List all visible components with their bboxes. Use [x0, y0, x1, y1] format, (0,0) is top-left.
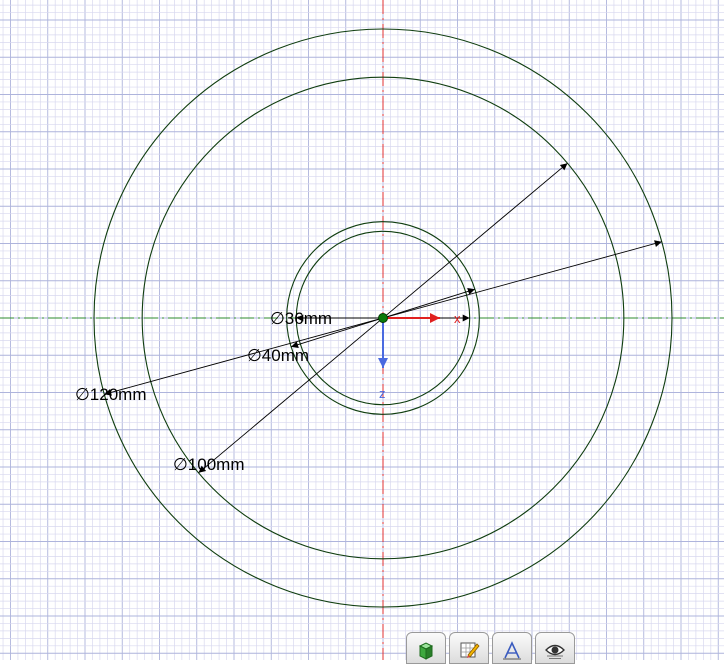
view-toolbar [406, 632, 575, 664]
solid-view-button[interactable] [406, 632, 446, 664]
x-axis-label: x [454, 311, 461, 326]
dimension-label-d36[interactable]: ∅36mm [270, 309, 332, 328]
eye-icon [545, 644, 565, 659]
visibility-button[interactable] [535, 632, 575, 664]
dimension-label-d40[interactable]: ∅40mm [247, 346, 309, 365]
origin-point[interactable] [378, 313, 388, 323]
pencil-grid-icon [460, 642, 480, 658]
sketch-edit-button[interactable] [449, 632, 489, 664]
green-box-icon [418, 642, 434, 660]
dimension-icon [503, 641, 521, 660]
dimension-label-d120[interactable]: ∅120mm [75, 385, 147, 404]
dimension-button[interactable] [492, 632, 532, 664]
dimension-label-d100[interactable]: ∅100mm [173, 455, 245, 474]
z-axis-label: z [379, 386, 386, 401]
sketch-svg[interactable]: ∅120mm ∅100mm ∅40mm ∅36mm x z [0, 0, 724, 660]
background-grid [0, 0, 724, 660]
sketch-canvas[interactable]: ∅120mm ∅100mm ∅40mm ∅36mm x z [0, 0, 724, 660]
